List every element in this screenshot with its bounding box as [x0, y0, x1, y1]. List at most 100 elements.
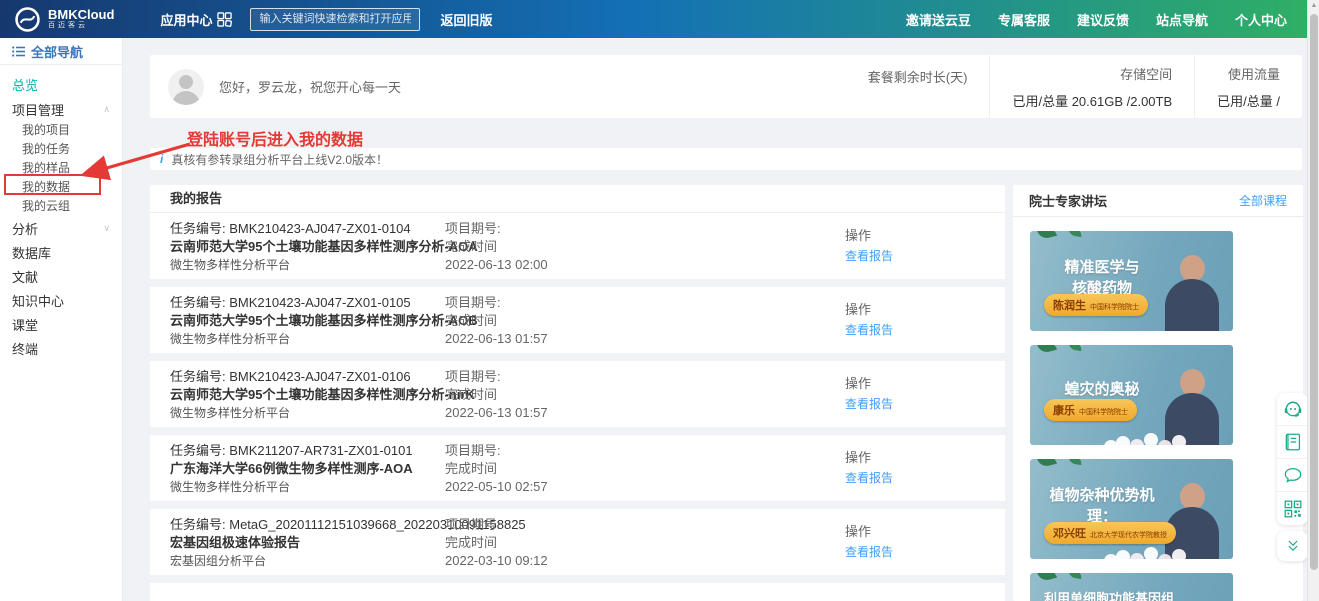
finish-time-value: 2022-06-13 01:57: [445, 330, 548, 348]
finish-time-value: 2022-03-10 09:12: [445, 552, 548, 570]
search-input[interactable]: [250, 8, 420, 31]
collapse-toolbar-button[interactable]: [1277, 531, 1308, 561]
sidebar-item-database[interactable]: 数据库: [0, 240, 122, 264]
report-title: 广东海洋大学66例微生物多样性测序-AOA: [170, 460, 413, 478]
sidebar-item-knowledge-center[interactable]: 知识中心: [0, 288, 122, 312]
scrollbar-up-arrow[interactable]: ▲: [1308, 0, 1319, 12]
sidebar-item-my-tasks[interactable]: 我的任务: [0, 140, 122, 159]
view-report-link[interactable]: 查看报告: [845, 322, 893, 338]
leaf-decoration: [1037, 573, 1057, 582]
view-report-link[interactable]: 查看报告: [845, 470, 893, 486]
storage-value: 已用/总量 20.61GB /2.00TB: [1012, 91, 1172, 110]
sidebar-item-my-projects[interactable]: 我的项目: [0, 121, 122, 140]
project-no-label: 项目期号:: [445, 368, 548, 386]
speaker-name: 康乐: [1053, 402, 1075, 418]
speaker-name: 邓兴旺: [1053, 525, 1086, 541]
lecture-card[interactable]: 蝗灾的奥秘 康乐 中国科学院院士: [1030, 345, 1233, 445]
nav-customer-service[interactable]: 专属客服: [998, 10, 1050, 29]
project-no-label: 项目期号:: [445, 220, 548, 238]
chevron-down-icon: ∨: [103, 223, 110, 234]
view-report-link[interactable]: 查看报告: [845, 248, 893, 264]
speaker-title: 中国科学院院士: [1090, 302, 1139, 312]
project-no-label: 项目期号:: [445, 442, 548, 460]
sidebar-group-project-mgmt[interactable]: 项目管理 ∧: [0, 97, 122, 121]
speaker-badge: 陈润生 中国科学院院士: [1044, 294, 1148, 316]
speaker-title: 北京大学现代农学院教授: [1090, 530, 1167, 540]
notice-text: 真核有参转录组分析平台上线V2.0版本！: [171, 151, 388, 168]
report-row: 任务编号: BMK210423-AJ047-ZX01-0104 云南师范大学95…: [150, 213, 1005, 279]
floating-toolbar: [1277, 393, 1308, 561]
nav-invite-beans[interactable]: 邀请送云豆: [906, 10, 971, 29]
speaker-badge: 邓兴旺 北京大学现代农学院教授: [1044, 522, 1176, 544]
nav-personal-center[interactable]: 个人中心: [1235, 10, 1287, 29]
nav-feedback[interactable]: 建议反馈: [1077, 10, 1129, 29]
package-remaining-column: 套餐剩余时长(天): [846, 55, 990, 118]
action-label: 操作: [845, 524, 893, 540]
terminal-label: 终端: [12, 339, 38, 358]
lecture-card[interactable]: 植物杂种优势机理：机会主义假说 邓兴旺 北京大学现代农学院教授: [1030, 459, 1233, 559]
traffic-column: 使用流量 已用/总量 /: [1194, 55, 1302, 118]
sidebar-item-classroom[interactable]: 课堂: [0, 312, 122, 336]
leaf-decoration: [1067, 345, 1082, 351]
sidebar-item-literature[interactable]: 文献: [0, 264, 122, 288]
qrcode-icon: [1282, 498, 1304, 520]
page-scrollbar[interactable]: ▲: [1307, 0, 1319, 601]
view-report-link[interactable]: 查看报告: [845, 396, 893, 412]
speaker-name: 陈润生: [1053, 297, 1086, 313]
report-platform: 微生物多样性分析平台: [170, 256, 478, 274]
notice-bar: i 真核有参转录组分析平台上线V2.0版本！: [150, 148, 1302, 170]
lecture-card[interactable]: 利用单细胞功能基因组技术体系研究人类生殖: [1030, 573, 1233, 601]
report-row: 任务编号: BMK210423-AJ047-ZX01-0106 云南师范大学95…: [150, 361, 1005, 427]
avatar: [168, 69, 204, 105]
back-to-old-version-button[interactable]: 返回旧版: [440, 10, 492, 29]
traffic-label: 使用流量: [1228, 64, 1280, 83]
bmkcloud-logo[interactable]: BMKCloud 百迈客云: [14, 6, 114, 33]
app-grid-icon: [217, 12, 232, 27]
greeting-text: 您好，罗云龙，祝您开心每一天: [219, 77, 401, 96]
left-sidebar: 全部导航 总览 项目管理 ∧ 我的项目 我的任务 我的样品 我的数据 我的云组 …: [0, 38, 123, 601]
action-label: 操作: [845, 376, 893, 392]
sidebar-item-my-data[interactable]: 我的数据: [0, 178, 122, 197]
feedback-chat-button[interactable]: [1277, 459, 1308, 492]
task-no-value: BMK210423-AJ047-ZX01-0105: [229, 295, 410, 310]
sidebar-group-analysis[interactable]: 分析 ∨: [0, 216, 122, 240]
app-center-button[interactable]: 应用中心: [160, 10, 232, 29]
scrollbar-thumb[interactable]: [1310, 14, 1318, 570]
finish-time-label: 完成时间: [445, 460, 548, 478]
sidebar-item-terminal[interactable]: 终端: [0, 336, 122, 360]
sidebar-all-nav-label: 全部导航: [31, 42, 83, 61]
finish-time-value: 2022-05-10 02:57: [445, 478, 548, 496]
lectures-panel: 院士专家讲坛 全部课程 精准医学与核酸药物 陈润生 中国科学院院士 蝗灾的奥秘 …: [1013, 185, 1303, 601]
bmkcloud-logo-icon: [14, 6, 41, 33]
customer-service-button[interactable]: [1277, 393, 1308, 426]
report-row: 任务编号: MetaG_20201112151039668_2022031009…: [150, 509, 1005, 575]
report-row: 任务编号: BMK211207-AR731-ZX01-0101 广东海洋大学66…: [150, 435, 1005, 501]
qrcode-button[interactable]: [1277, 492, 1308, 525]
nav-site-map[interactable]: 站点导航: [1156, 10, 1208, 29]
action-label: 操作: [845, 450, 893, 466]
all-courses-link[interactable]: 全部课程: [1239, 192, 1287, 209]
sidebar-item-overview[interactable]: 总览: [0, 71, 122, 97]
chevron-up-icon: ∧: [103, 104, 110, 115]
view-report-link[interactable]: 查看报告: [845, 544, 893, 560]
leaf-decoration: [1067, 459, 1082, 465]
finish-time-label: 完成时间: [445, 312, 548, 330]
quota-section: 套餐剩余时长(天) 存储空间 已用/总量 20.61GB /2.00TB 使用流…: [846, 55, 1302, 118]
speaker-title: 中国科学院院士: [1079, 407, 1128, 417]
main-content: 您好，罗云龙，祝您开心每一天 套餐剩余时长(天) 存储空间 已用/总量 20.6…: [124, 38, 1319, 601]
leaf-decoration: [1037, 231, 1057, 240]
headset-icon: [1282, 398, 1304, 420]
sidebar-item-my-samples[interactable]: 我的样品: [0, 159, 122, 178]
sidebar-item-my-cloud-group[interactable]: 我的云组: [0, 197, 122, 216]
lecture-card[interactable]: 精准医学与核酸药物 陈润生 中国科学院院士: [1030, 231, 1233, 331]
task-no-value: BMK211207-AR731-ZX01-0101: [229, 443, 412, 458]
lectures-title: 院士专家讲坛: [1029, 191, 1107, 210]
report-title: 云南师范大学95个土壤功能基因多样性测序分析-AOB: [170, 312, 478, 330]
report-title: 云南师范大学95个土壤功能基因多样性测序分析-AOA: [170, 238, 478, 256]
task-no-label: 任务编号:: [170, 295, 226, 310]
reports-title: 我的报告: [150, 185, 1005, 213]
logo-subtitle: 百迈客云: [48, 21, 114, 30]
handbook-button[interactable]: [1277, 426, 1308, 459]
report-title: 云南师范大学95个土壤功能基因多样性测序分析-nirK: [170, 386, 475, 404]
sidebar-all-nav[interactable]: 全部导航: [0, 38, 122, 65]
